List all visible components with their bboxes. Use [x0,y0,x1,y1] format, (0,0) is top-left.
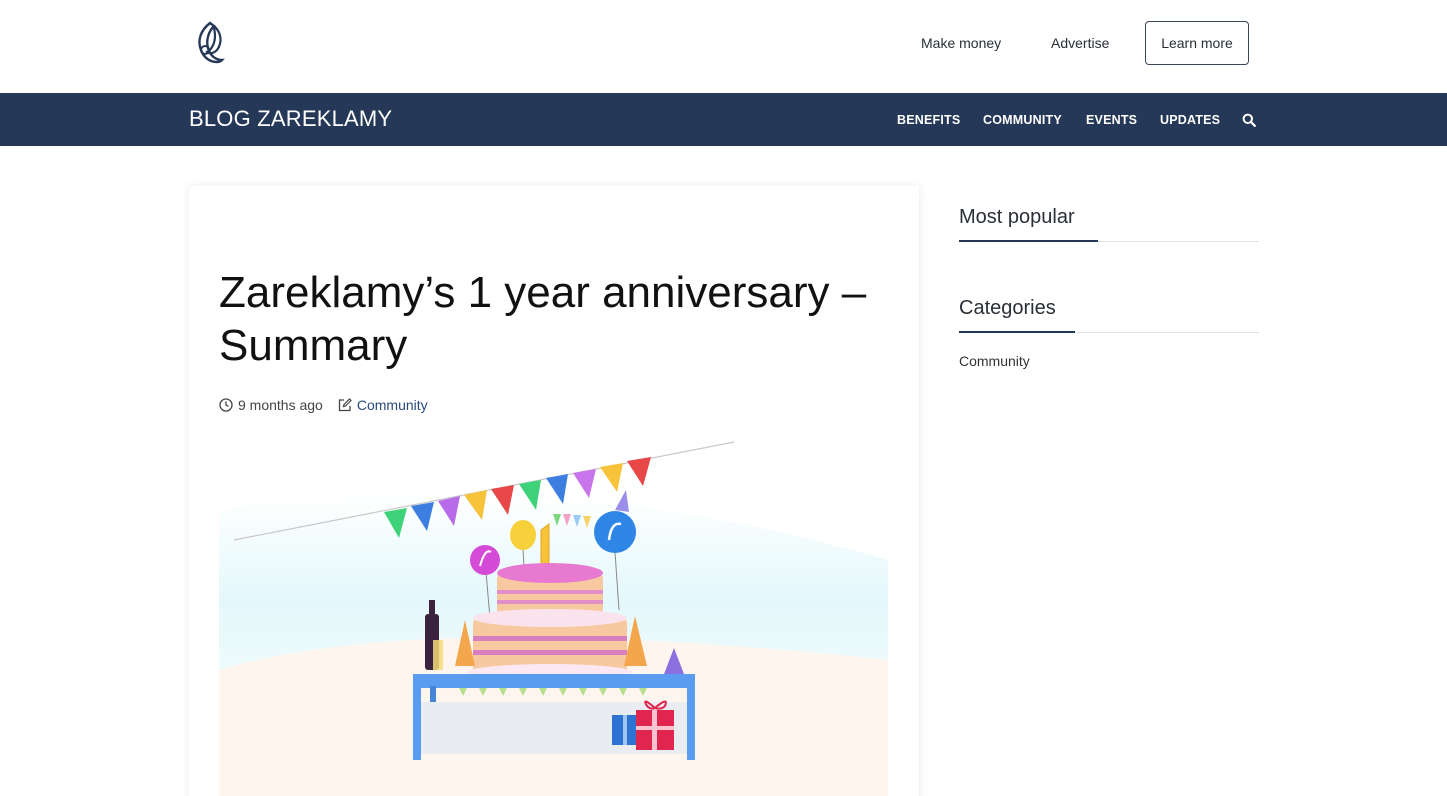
nav-item-community[interactable]: COMMUNITY [983,113,1062,127]
most-popular-heading: Most popular [959,206,1075,228]
categories-accent [959,331,1075,333]
main-navbar: BLOG ZAREKLAMY BENEFITS COMMUNITY EVENTS… [0,93,1447,146]
zareklamy-logo-icon[interactable] [193,20,227,66]
article-meta: 9 months ago Community [219,397,428,413]
edit-icon [338,398,352,412]
top-header: Make money Advertise Learn more [0,0,1447,93]
advertise-link[interactable]: Advertise [1051,35,1109,51]
nav-item-updates[interactable]: UPDATES [1160,113,1220,127]
most-popular-accent [959,240,1098,242]
clock-icon [219,398,233,412]
nav-item-benefits[interactable]: BENEFITS [897,113,960,127]
article-card: Zareklamy’s 1 year anniversary – Summary… [189,186,919,796]
article-title: Zareklamy’s 1 year anniversary – Summary [219,268,867,370]
article-category-link[interactable]: Community [357,397,428,413]
learn-more-button[interactable]: Learn more [1145,21,1249,65]
article-time: 9 months ago [238,397,323,413]
blog-brand[interactable]: BLOG ZAREKLAMY [189,106,392,132]
search-icon[interactable] [1242,113,1256,127]
nav-item-events[interactable]: EVENTS [1086,113,1137,127]
anniversary-cake-image [219,440,888,796]
categories-heading: Categories [959,297,1056,319]
make-money-link[interactable]: Make money [921,35,1001,51]
category-link-community[interactable]: Community [959,353,1030,369]
